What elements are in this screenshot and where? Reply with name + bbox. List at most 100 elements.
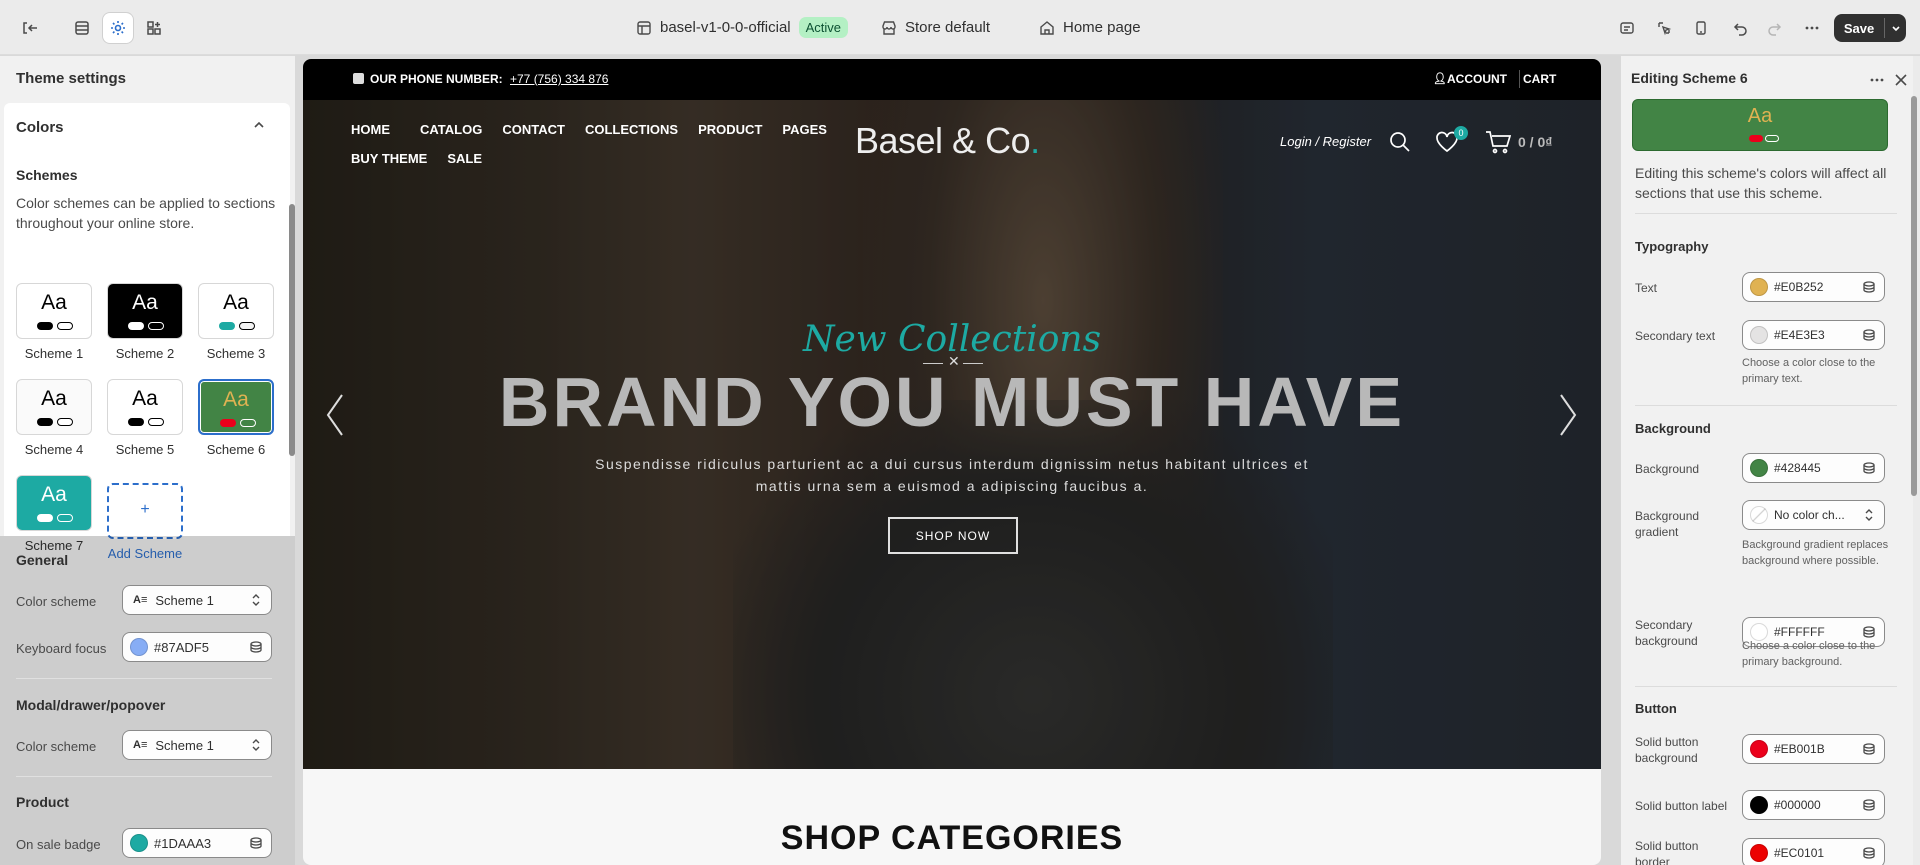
background-field[interactable]: #428445	[1742, 453, 1885, 483]
slider-prev-chevron-left-icon[interactable]	[320, 390, 350, 440]
inspector-icon[interactable]	[1612, 13, 1642, 43]
search-icon[interactable]	[1388, 130, 1412, 154]
scheme-swatch: Aa	[198, 283, 274, 339]
colors-title[interactable]: Colors	[16, 119, 64, 136]
scheme-editor-title: Editing Scheme 6	[1631, 70, 1748, 86]
phone-link[interactable]: +77 (756) 334 876	[510, 72, 608, 86]
scheme-swatch: Aa	[16, 379, 92, 435]
bg-gradient-label: Background gradient	[1635, 509, 1700, 539]
nav-item[interactable]: CATALOG	[420, 122, 482, 137]
scheme-card[interactable]: Aa Scheme 5	[107, 379, 183, 457]
save-button[interactable]: Save	[1834, 14, 1906, 42]
scheme-editor-panel: Editing Scheme 6 Aa Editing this scheme'…	[1621, 56, 1920, 865]
nav-item[interactable]: PRODUCT	[698, 122, 762, 137]
nav-item[interactable]: SALE	[447, 151, 482, 166]
on-sale-badge-field[interactable]: #1DAAA3	[122, 828, 272, 858]
scheme-preview-pill-outline	[1765, 135, 1779, 142]
apps-icon[interactable]	[139, 13, 169, 43]
color-picker-icon[interactable]	[1862, 742, 1876, 756]
modal-color-scheme-select[interactable]: A≡ Scheme 1	[122, 730, 272, 760]
solid-bg-field[interactable]: #EB001B	[1742, 734, 1885, 764]
scheme-pill-solid	[128, 418, 144, 426]
scheme-pill-solid	[128, 322, 144, 330]
theme-settings-gear-icon[interactable]	[103, 13, 133, 43]
exit-icon[interactable]	[14, 13, 44, 43]
shop-now-button[interactable]: SHOP NOW	[888, 517, 1018, 554]
background-swatch[interactable]	[1750, 459, 1768, 477]
text-color-swatch[interactable]	[1750, 278, 1768, 296]
cart-link[interactable]: CART	[1523, 72, 1556, 86]
solid-label-field[interactable]: #000000	[1742, 790, 1885, 820]
scheme-pill-outline	[148, 322, 164, 330]
nav-item[interactable]: BUY THEME	[351, 151, 427, 166]
color-picker-icon[interactable]	[1862, 625, 1876, 639]
scheme-aa: Aa	[41, 291, 67, 314]
color-picker-icon[interactable]	[1862, 846, 1876, 860]
store-selector[interactable]: Store default	[881, 0, 990, 55]
keyboard-focus-field[interactable]: #87ADF5	[122, 632, 272, 662]
colors-card: Colors Schemes Color schemes can be appl…	[4, 103, 290, 561]
color-picker-icon[interactable]	[1862, 798, 1876, 812]
save-options-chevron-icon[interactable]	[1885, 14, 1906, 42]
keyboard-focus-value: #87ADF5	[154, 639, 209, 655]
sections-icon[interactable]	[67, 13, 97, 43]
account-link[interactable]: ACCOUNT	[1447, 72, 1507, 86]
redo-icon[interactable]	[1759, 13, 1789, 43]
scheme-card[interactable]: Aa Scheme 4	[16, 379, 92, 457]
nav-item[interactable]: PAGES	[782, 122, 837, 137]
general-color-scheme-value: Scheme 1	[155, 592, 214, 608]
color-picker-icon[interactable]	[249, 836, 263, 850]
solid-border-value: #EC0101	[1774, 846, 1825, 860]
solid-border-swatch[interactable]	[1750, 844, 1768, 862]
more-actions-icon[interactable]	[1797, 13, 1827, 43]
scheme-card[interactable]: Aa Scheme 2	[107, 283, 183, 361]
scheme-card[interactable]: Aa Scheme 1	[16, 283, 92, 361]
slider-next-chevron-right-icon[interactable]	[1553, 390, 1583, 440]
nav-item[interactable]: CONTACT	[502, 122, 565, 137]
sidebar-scrollbar[interactable]	[289, 204, 295, 456]
color-picker-icon[interactable]	[1862, 328, 1876, 342]
background-heading: Background	[1635, 421, 1711, 436]
mobile-preview-icon[interactable]	[1686, 13, 1716, 43]
close-icon[interactable]	[1893, 72, 1909, 88]
add-scheme-plus-icon: +	[140, 501, 150, 518]
scheme-aa-icon: A≡	[133, 594, 148, 606]
color-picker-icon[interactable]	[1862, 461, 1876, 475]
product-heading: Product	[16, 794, 69, 810]
theme-settings-sidebar: Theme settings Colors Schemes Color sche…	[0, 56, 295, 865]
page-selector[interactable]: Home page	[1039, 0, 1141, 55]
schemes-heading: Schemes	[16, 167, 78, 183]
theme-selector[interactable]: basel-v1-0-0-official Active	[636, 0, 849, 55]
collapse-chevron-up-icon[interactable]	[251, 117, 267, 133]
no-color-swatch	[1750, 506, 1768, 524]
keyboard-focus-swatch[interactable]	[130, 638, 148, 656]
scheme-card[interactable]: Aa Scheme 6	[198, 379, 274, 457]
cart-icon[interactable]	[1485, 130, 1511, 154]
store-preview: OUR PHONE NUMBER: +77 (756) 334 876 👤︎ A…	[303, 59, 1601, 865]
color-picker-icon[interactable]	[249, 640, 263, 654]
select-tool-icon[interactable]	[1649, 13, 1679, 43]
solid-border-field[interactable]: #EC0101	[1742, 838, 1885, 865]
nav-item[interactable]: HOME	[351, 122, 400, 137]
login-register-link[interactable]: Login / Register	[1280, 134, 1371, 149]
secondary-text-field[interactable]: #E4E3E3	[1742, 320, 1885, 350]
panel-scrollbar[interactable]	[1911, 96, 1917, 496]
solid-label-swatch[interactable]	[1750, 796, 1768, 814]
on-sale-badge-label: On sale badge	[16, 837, 101, 852]
secondary-text-swatch[interactable]	[1750, 326, 1768, 344]
on-sale-badge-swatch[interactable]	[130, 834, 148, 852]
theme-icon	[637, 20, 651, 35]
secondary-text-help: Choose a color close to the primary text…	[1742, 357, 1876, 385]
general-color-scheme-select[interactable]: A≡ Scheme 1	[122, 585, 272, 615]
cart-total[interactable]: 0 / 0₫	[1518, 134, 1552, 150]
undo-icon[interactable]	[1726, 13, 1756, 43]
brand-logo[interactable]: Basel & Co.	[855, 120, 1040, 162]
more-options-icon[interactable]	[1869, 72, 1885, 88]
scheme-pill-outline	[239, 322, 255, 330]
color-picker-icon[interactable]	[1862, 280, 1876, 294]
text-color-field[interactable]: #E0B252	[1742, 272, 1885, 302]
scheme-card[interactable]: Aa Scheme 3	[198, 283, 274, 361]
bg-gradient-select[interactable]: No color ch...	[1742, 500, 1885, 530]
solid-bg-swatch[interactable]	[1750, 740, 1768, 758]
nav-item[interactable]: COLLECTIONS	[585, 122, 678, 137]
